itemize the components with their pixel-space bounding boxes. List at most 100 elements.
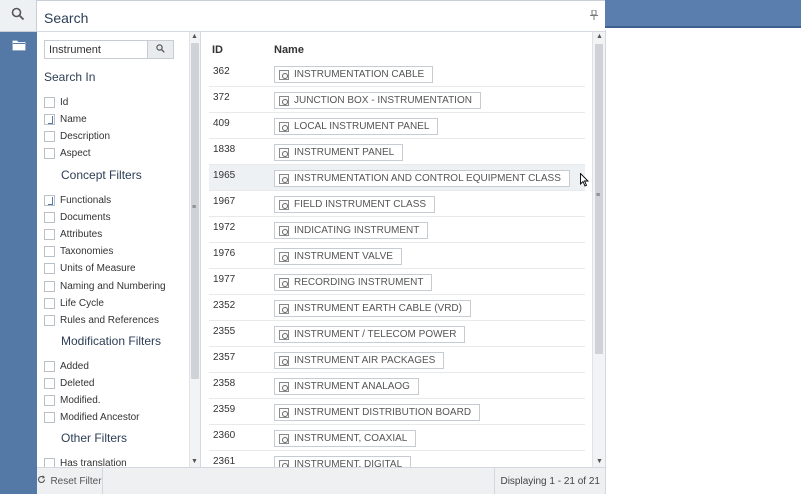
row-id: 362: [213, 66, 230, 77]
table-row[interactable]: 409 LOCAL INSTRUMENT PANEL: [209, 113, 585, 139]
scroll-up-icon[interactable]: ▲: [191, 33, 198, 40]
results-grid: ID Name 362 INSTRUMENTATION CABLE 372 JUNCT…: [201, 32, 592, 467]
table-row[interactable]: 1977 RECORDING INSTRUMENT: [209, 269, 585, 295]
checkbox[interactable]: [44, 246, 55, 258]
filter-scrollbar[interactable]: ▲ ≡ ▼: [189, 32, 200, 467]
column-name[interactable]: Name: [274, 44, 304, 56]
checkbox-label: Has translation: [60, 457, 127, 468]
checkbox[interactable]: [44, 113, 55, 125]
row-name-chip[interactable]: LOCAL INSTRUMENT PANEL: [274, 118, 439, 135]
checkbox[interactable]: [44, 228, 55, 240]
filter-option-modification[interactable]: Modified Ancestor: [44, 411, 140, 425]
table-row[interactable]: 1972 INDICATING INSTRUMENT: [209, 217, 585, 243]
checkbox-label: Documents: [60, 211, 111, 223]
filter-option-other[interactable]: Has translation: [44, 456, 127, 467]
table-row[interactable]: 2358 INSTRUMENT ANALAOG: [209, 373, 585, 399]
table-row[interactable]: 1838 INSTRUMENT PANEL: [209, 139, 585, 165]
filter-option-concept[interactable]: Rules and References: [44, 313, 159, 327]
filter-option-modification[interactable]: Deleted: [44, 376, 94, 390]
filter-option-search_in[interactable]: Name: [44, 112, 87, 126]
search-tab[interactable]: [0, 0, 37, 32]
pin-icon[interactable]: [590, 9, 598, 23]
table-row[interactable]: 2361 INSTRUMENT, DIGITAL: [209, 451, 585, 467]
filter-option-concept[interactable]: Taxonomies: [44, 245, 113, 259]
checkbox[interactable]: [44, 360, 55, 372]
table-row[interactable]: 2355 INSTRUMENT / TELECOM POWER: [209, 321, 585, 347]
concept-icon: [279, 121, 289, 132]
checkbox[interactable]: [44, 148, 55, 160]
grid-scrollbar[interactable]: ▲ ≡ ▼: [592, 32, 605, 467]
table-row[interactable]: 2352 INSTRUMENT EARTH CABLE (VRD): [209, 295, 585, 321]
grid-header: ID Name: [201, 32, 592, 60]
table-row[interactable]: 1976 INSTRUMENT VALVE: [209, 243, 585, 269]
search-button[interactable]: [147, 40, 174, 59]
table-row[interactable]: 2357 INSTRUMENT AIR PACKAGES: [209, 347, 585, 373]
filter-option-search_in[interactable]: Id: [44, 95, 68, 109]
right-panel: [605, 30, 801, 494]
filter-option-concept[interactable]: Units of Measure: [44, 262, 136, 276]
footer-bar: Reset Filter Displaying 1 - 21 of 21: [37, 467, 605, 494]
row-name-chip[interactable]: INSTRUMENT AIR PACKAGES: [274, 352, 445, 369]
row-name-chip[interactable]: INDICATING INSTRUMENT: [274, 222, 429, 239]
row-name-label: INSTRUMENT ANALAOG: [294, 381, 410, 392]
filter-option-concept[interactable]: Functionals: [44, 193, 111, 207]
row-name-label: LOCAL INSTRUMENT PANEL: [294, 121, 430, 132]
row-name-chip[interactable]: INSTRUMENT ANALAOG: [274, 378, 419, 395]
filter-option-concept[interactable]: Attributes: [44, 227, 102, 241]
row-name-chip[interactable]: INSTRUMENTATION AND CONTROL EQUIPMENT CL…: [274, 170, 570, 187]
checkbox-label: Description: [60, 131, 111, 143]
checkbox[interactable]: [44, 394, 55, 406]
filter-option-concept[interactable]: Naming and Numbering: [44, 279, 166, 293]
row-id: 2361: [213, 456, 236, 467]
grid-scroll-thumb[interactable]: [595, 44, 603, 354]
concept-icon: [279, 199, 289, 210]
folder-icon: [12, 39, 26, 54]
scroll-down-icon[interactable]: ▼: [596, 458, 603, 465]
concept-icon: [279, 381, 289, 392]
table-row[interactable]: 2359 INSTRUMENT DISTRIBUTION BOARD: [209, 399, 585, 425]
concept-icon: [279, 95, 289, 106]
row-name-chip[interactable]: INSTRUMENT, DIGITAL: [274, 456, 412, 467]
table-row[interactable]: 1965 INSTRUMENTATION AND CONTROL EQUIPMEN…: [209, 165, 585, 191]
row-name-chip[interactable]: INSTRUMENT / TELECOM POWER: [274, 326, 466, 343]
checkbox[interactable]: [44, 211, 55, 223]
row-name-chip[interactable]: FIELD INSTRUMENT CLASS: [274, 196, 436, 213]
filter-option-concept[interactable]: Life Cycle: [44, 296, 104, 310]
filter-option-search_in[interactable]: Description: [44, 130, 110, 144]
checkbox[interactable]: [44, 96, 55, 108]
row-name-chip[interactable]: INSTRUMENT, COAXIAL: [274, 430, 417, 447]
filter-option-concept[interactable]: Documents: [44, 210, 111, 224]
table-row[interactable]: 1967 FIELD INSTRUMENT CLASS: [209, 191, 585, 217]
reset-filter-button[interactable]: Reset Filter: [37, 468, 103, 494]
page-title: Search: [44, 10, 89, 26]
folder-tab[interactable]: [6, 36, 31, 56]
row-name-chip[interactable]: INSTRUMENTATION CABLE: [274, 66, 434, 83]
checkbox[interactable]: [44, 412, 55, 424]
row-id: 1967: [213, 196, 236, 207]
filter-option-modification[interactable]: Added: [44, 359, 89, 373]
row-name-chip[interactable]: RECORDING INSTRUMENT: [274, 274, 433, 291]
scroll-up-icon[interactable]: ▲: [596, 33, 603, 40]
row-name-label: INSTRUMENT DISTRIBUTION BOARD: [294, 407, 472, 418]
table-row[interactable]: 2360 INSTRUMENT, COAXIAL: [209, 425, 585, 451]
scroll-down-icon[interactable]: ▼: [191, 458, 198, 465]
table-row[interactable]: 362 INSTRUMENTATION CABLE: [209, 61, 585, 87]
checkbox[interactable]: [44, 263, 55, 275]
column-id[interactable]: ID: [212, 44, 223, 56]
row-name-chip[interactable]: INSTRUMENT VALVE: [274, 248, 402, 265]
table-row[interactable]: 372 JUNCTION BOX - INSTRUMENTATION: [209, 87, 585, 113]
checkbox[interactable]: [44, 314, 55, 326]
row-name-chip[interactable]: INSTRUMENT PANEL: [274, 144, 404, 161]
checkbox[interactable]: [44, 377, 55, 389]
filter-scroll-thumb[interactable]: [191, 43, 199, 379]
checkbox[interactable]: [44, 297, 55, 309]
row-name-chip[interactable]: JUNCTION BOX - INSTRUMENTATION: [274, 92, 481, 109]
filter-option-search_in[interactable]: Aspect: [44, 147, 91, 161]
checkbox[interactable]: [44, 280, 55, 292]
checkbox[interactable]: [44, 131, 55, 143]
checkbox[interactable]: [44, 194, 55, 206]
row-name-chip[interactable]: INSTRUMENT EARTH CABLE (VRD): [274, 300, 471, 317]
filter-option-modification[interactable]: Modified.: [44, 393, 101, 407]
checkbox[interactable]: [44, 457, 55, 467]
row-name-chip[interactable]: INSTRUMENT DISTRIBUTION BOARD: [274, 404, 481, 421]
